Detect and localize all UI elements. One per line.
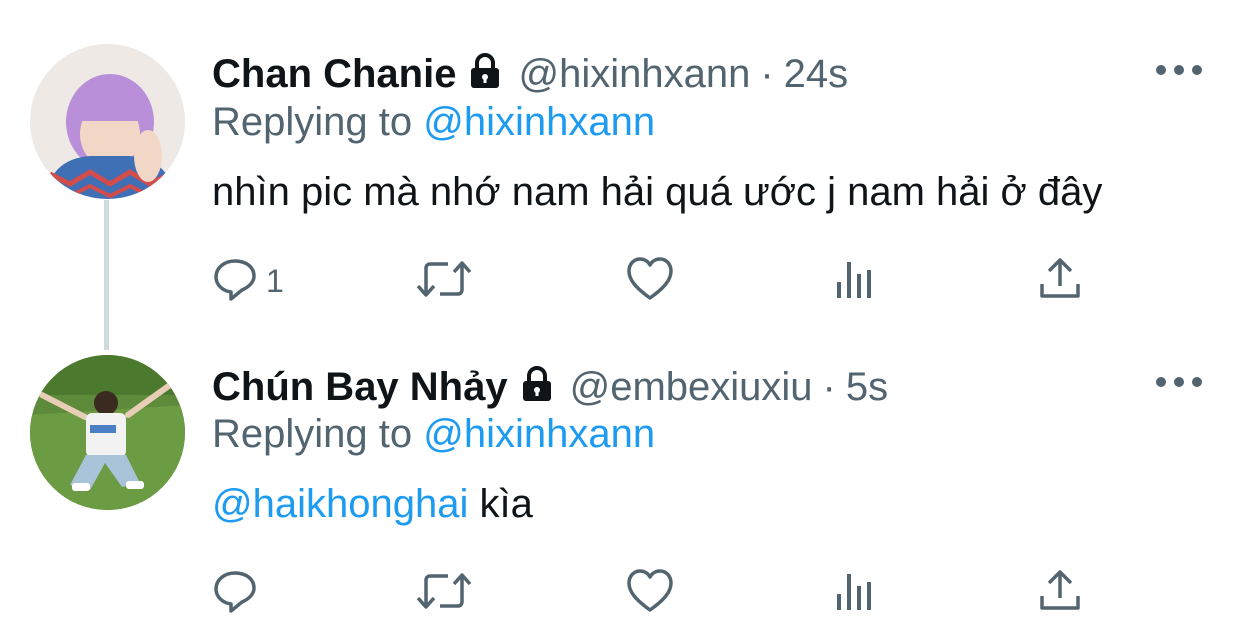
retweet-button[interactable] xyxy=(416,256,472,306)
more-icon[interactable] xyxy=(1156,60,1202,80)
author-name[interactable]: Chan Chanie xyxy=(212,52,456,96)
tweet-text: @haikhonghai kìa xyxy=(212,480,533,528)
lock-icon xyxy=(466,52,504,101)
timestamp[interactable]: 5s xyxy=(846,365,888,409)
reply-icon xyxy=(212,256,258,307)
like-button[interactable] xyxy=(626,256,674,306)
separator-dot: · xyxy=(760,52,774,96)
timestamp[interactable]: 24s xyxy=(784,52,849,96)
share-button[interactable] xyxy=(1038,568,1082,618)
retweet-icon xyxy=(416,256,472,307)
reply-count: 1 xyxy=(266,262,284,299)
reply-button[interactable]: 1 xyxy=(212,256,284,306)
like-icon xyxy=(626,256,674,307)
tweet-header: Chan Chanie @hixinhxann · 24s xyxy=(212,50,848,101)
reply-icon xyxy=(212,568,258,619)
author-handle[interactable]: @hixinhxann xyxy=(518,52,750,96)
reply-button[interactable] xyxy=(212,568,266,618)
replying-to-mention[interactable]: @hixinhxann xyxy=(423,412,655,456)
thread-connector-line xyxy=(104,200,109,350)
views-icon xyxy=(834,568,878,619)
views-icon xyxy=(834,256,878,307)
replying-to: Replying to @hixinhxann xyxy=(212,98,655,146)
lock-icon xyxy=(518,365,556,414)
replying-prefix: Replying to xyxy=(212,412,413,456)
tweet-header: Chún Bay Nhảy @embexiuxiu · 5s xyxy=(212,363,888,414)
avatar[interactable] xyxy=(30,44,185,199)
like-icon xyxy=(626,568,674,619)
share-icon xyxy=(1038,568,1082,619)
retweet-button[interactable] xyxy=(416,568,472,618)
tweet-text-remainder: kìa xyxy=(468,482,533,526)
tweet-actions xyxy=(212,568,1112,618)
author-name[interactable]: Chún Bay Nhảy xyxy=(212,365,508,409)
more-icon[interactable] xyxy=(1156,372,1202,392)
share-icon xyxy=(1038,256,1082,307)
replying-to-mention[interactable]: @hixinhxann xyxy=(423,100,655,144)
tweet-actions: 1 xyxy=(212,256,1112,306)
share-button[interactable] xyxy=(1038,256,1082,306)
retweet-icon xyxy=(416,568,472,619)
like-button[interactable] xyxy=(626,568,674,618)
views-button[interactable] xyxy=(834,568,878,618)
replying-prefix: Replying to xyxy=(212,100,413,144)
author-handle[interactable]: @embexiuxiu xyxy=(570,365,813,409)
tweet-mention[interactable]: @haikhonghai xyxy=(212,482,468,526)
separator-dot: · xyxy=(822,365,836,409)
avatar[interactable] xyxy=(30,355,185,510)
tweet-text: nhìn pic mà nhớ nam hải quá ước j nam hả… xyxy=(212,170,1103,214)
replying-to: Replying to @hixinhxann xyxy=(212,410,655,458)
views-button[interactable] xyxy=(834,256,878,306)
